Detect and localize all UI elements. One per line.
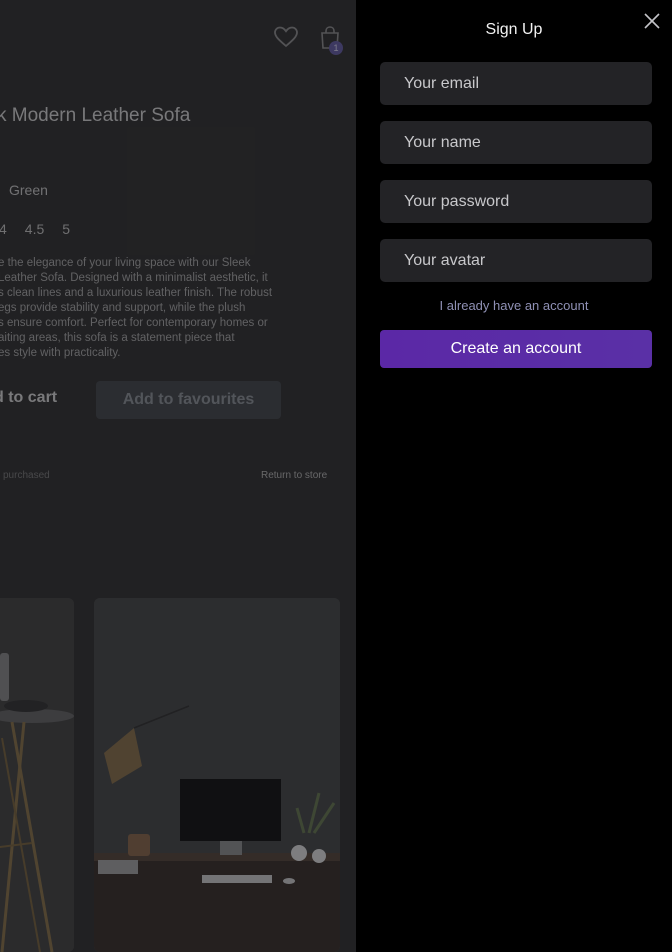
password-field[interactable]	[380, 180, 652, 223]
signup-title: Sign Up	[485, 21, 543, 38]
size-option[interactable]: 4	[0, 219, 12, 239]
avatar-field[interactable]	[380, 239, 652, 282]
email-field[interactable]	[380, 62, 652, 105]
description-line: e the elegance of your living space with…	[0, 257, 251, 269]
product-title: k Modern Leather Sofa	[0, 105, 191, 126]
description-line: aiting areas, this sofa is a statement p…	[0, 332, 235, 344]
description-line: s clean lines and a luxurious leather fi…	[0, 287, 273, 299]
description-line: s ensure comfort. Perfect for contempora…	[0, 317, 268, 329]
cart-count-badge: 1	[329, 41, 343, 55]
signup-drawer: Sign Up I already have an account Create…	[356, 0, 672, 952]
description-line: egs provide stability and support, while…	[0, 302, 246, 314]
description-line: Leather Sofa. Designed with a minimalist…	[0, 272, 268, 284]
size-option[interactable]: 5	[57, 219, 75, 239]
purchased-note: purchased	[3, 470, 50, 481]
related-product-card[interactable]	[94, 598, 340, 952]
product-page: 1 k Modern Leather Sofa Green 4 4.5 5 e …	[0, 0, 356, 952]
size-selector: 4 4.5 5	[0, 219, 75, 239]
add-to-cart-button[interactable]: d to cart	[0, 389, 57, 407]
heart-icon[interactable]	[273, 24, 299, 50]
close-icon[interactable]	[642, 11, 662, 31]
product-description: e the elegance of your living space with…	[0, 256, 328, 361]
size-option[interactable]: 4.5	[20, 219, 49, 239]
related-product-card[interactable]	[0, 598, 74, 952]
desk-image	[94, 598, 340, 952]
product-color: Green	[9, 182, 48, 198]
create-account-button[interactable]: Create an account	[380, 330, 652, 368]
already-have-account-link[interactable]: I already have an account	[356, 298, 672, 313]
description-line: es style with practicality.	[0, 347, 121, 359]
table-image	[0, 598, 74, 952]
return-to-store-link[interactable]: Return to store	[261, 470, 327, 481]
add-to-favourites-button[interactable]: Add to favourites	[96, 381, 281, 419]
name-field[interactable]	[380, 121, 652, 164]
